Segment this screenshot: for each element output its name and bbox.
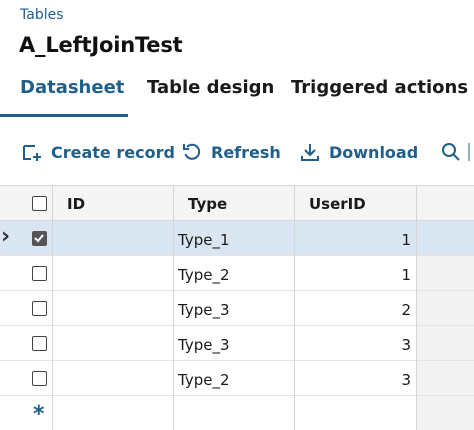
cell-type[interactable]: Type_2 xyxy=(178,371,230,389)
create-record-label: Create record xyxy=(51,142,175,162)
cell-type[interactable]: Type_2 xyxy=(178,266,230,284)
table-row[interactable]: Type_3 2 xyxy=(0,291,474,326)
cell-type[interactable]: Type_3 xyxy=(178,336,230,354)
row-checkbox[interactable] xyxy=(32,371,47,386)
toolbar: Create record Refresh Download xyxy=(0,137,474,169)
page-title: A_LeftJoinTest xyxy=(19,33,183,57)
tab-datasheet[interactable]: Datasheet xyxy=(20,77,124,117)
row-checkbox[interactable] xyxy=(32,301,47,316)
new-row-marker: * xyxy=(33,402,45,427)
table-row[interactable]: Type_2 1 xyxy=(0,256,474,291)
current-row-indicator-icon: › xyxy=(1,224,11,249)
download-button[interactable]: Download xyxy=(299,137,418,167)
row-checkbox[interactable] xyxy=(32,336,47,351)
cell-userid[interactable]: 1 xyxy=(300,231,411,249)
tab-table-design[interactable]: Table design xyxy=(147,77,274,117)
datasheet-grid: ID Type UserID › Type_1 1 Type_2 1 Type_3 2 Typ… xyxy=(0,185,474,430)
column-header-type[interactable]: Type xyxy=(188,195,227,213)
cell-userid[interactable]: 1 xyxy=(300,266,411,284)
column-divider xyxy=(294,186,295,430)
cell-type[interactable]: Type_1 xyxy=(178,231,230,249)
select-all-checkbox[interactable] xyxy=(32,196,47,211)
refresh-button[interactable]: Refresh xyxy=(181,137,281,167)
column-header-id[interactable]: ID xyxy=(67,195,85,213)
add-record-icon xyxy=(23,145,41,161)
cell-userid[interactable]: 3 xyxy=(300,336,411,354)
tab-triggered-actions[interactable]: Triggered actions xyxy=(291,77,468,117)
create-record-button[interactable]: Create record xyxy=(21,137,175,167)
tab-bar: Datasheet Table design Triggered actions xyxy=(0,77,474,119)
row-checkbox[interactable] xyxy=(32,266,47,281)
active-tab-indicator xyxy=(0,114,128,117)
download-label: Download xyxy=(329,142,419,162)
overflow-edge xyxy=(468,143,474,161)
cell-type[interactable]: Type_3 xyxy=(178,301,230,319)
download-icon xyxy=(301,144,319,161)
table-row[interactable]: Type_3 3 xyxy=(0,326,474,361)
cell-userid[interactable]: 2 xyxy=(300,301,411,319)
refresh-icon xyxy=(183,143,201,160)
breadcrumb[interactable]: Tables xyxy=(20,7,64,23)
search-icon xyxy=(442,143,460,161)
column-divider xyxy=(52,186,53,430)
search-button[interactable] xyxy=(440,137,462,167)
table-row[interactable]: Type_2 3 xyxy=(0,361,474,396)
column-header-userid[interactable]: UserID xyxy=(309,195,366,213)
cell-userid[interactable]: 3 xyxy=(300,371,411,389)
checkmark-icon xyxy=(34,234,44,243)
table-row[interactable]: › Type_1 1 xyxy=(0,221,474,256)
row-checkbox[interactable] xyxy=(32,231,47,246)
new-record-row[interactable]: * xyxy=(0,396,474,430)
refresh-label: Refresh xyxy=(211,142,281,162)
column-divider xyxy=(173,186,174,430)
column-divider xyxy=(416,186,417,430)
grid-header-row: ID Type UserID xyxy=(0,186,474,221)
